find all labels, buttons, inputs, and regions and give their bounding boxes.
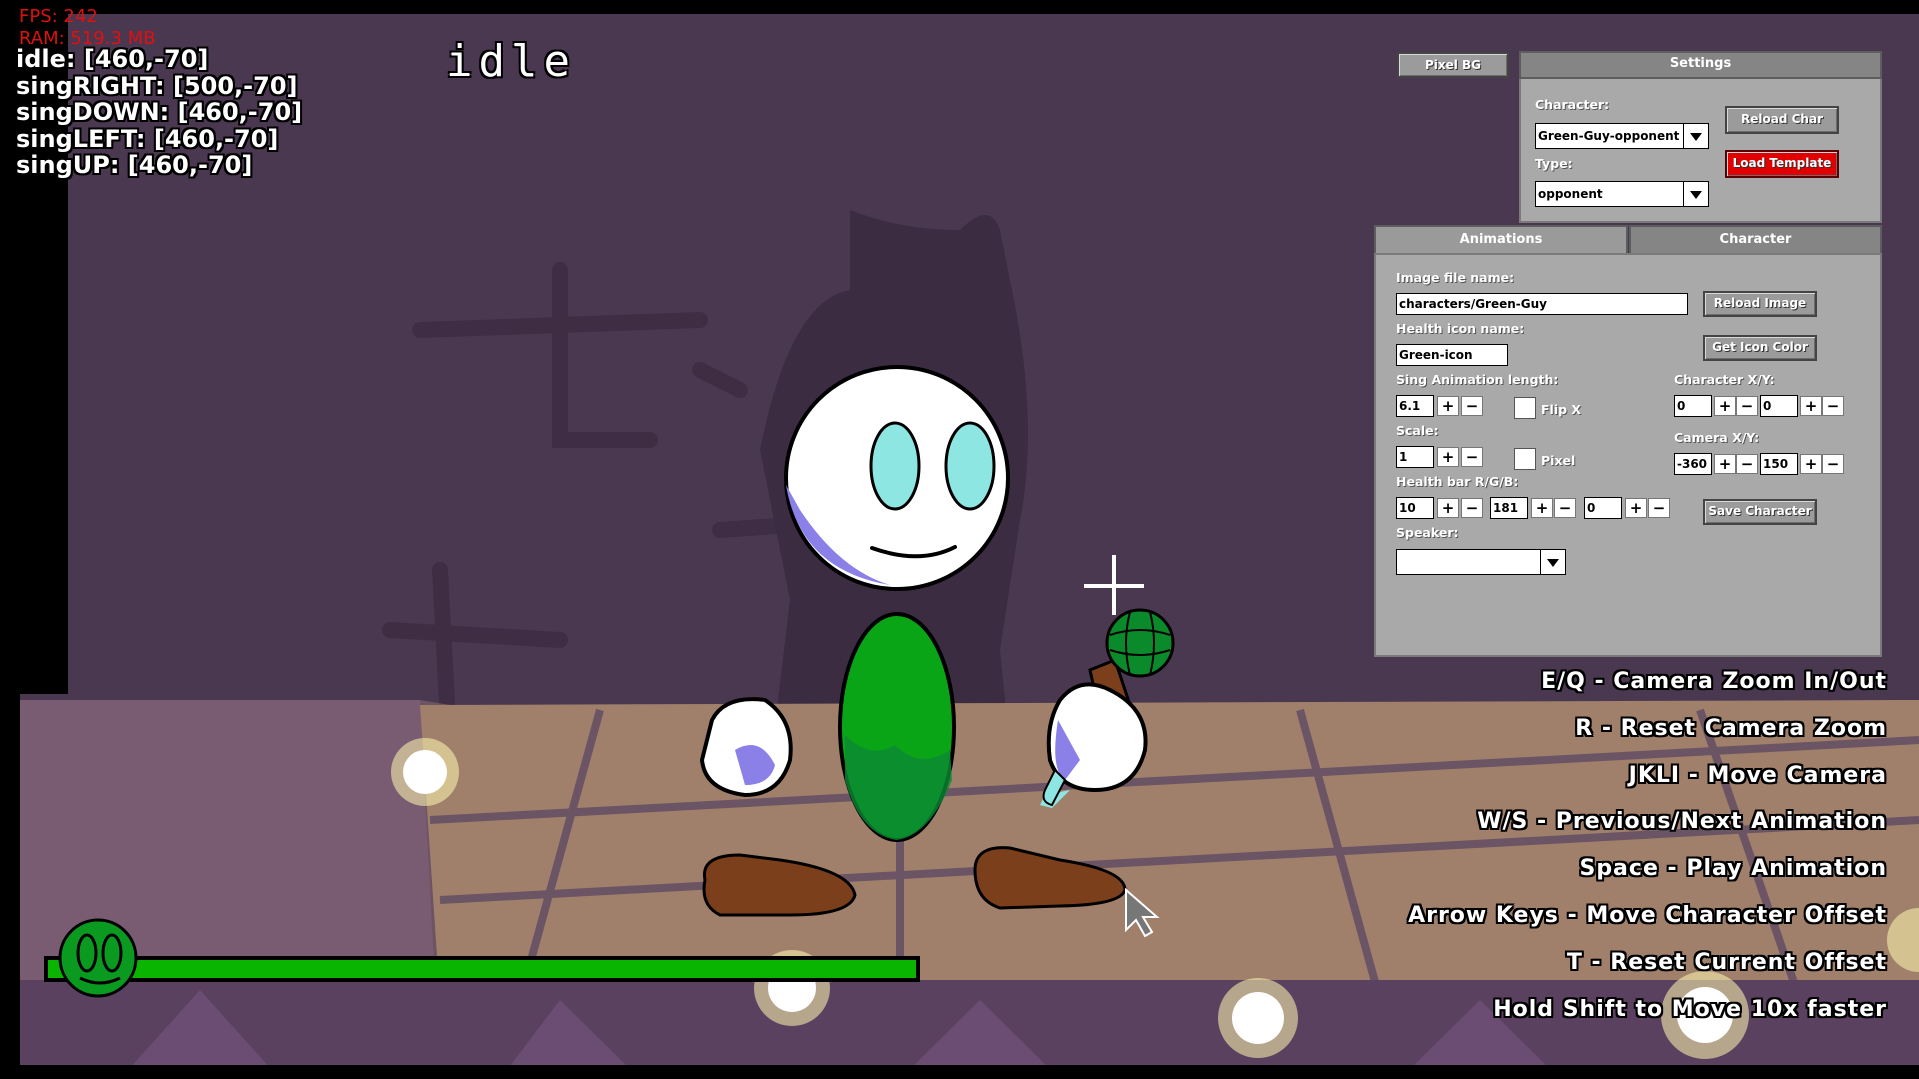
health-icon-label: Health icon name: bbox=[1396, 321, 1525, 336]
flip-x-checkbox[interactable] bbox=[1514, 397, 1536, 419]
controls-line: T - Reset Current Offset bbox=[1566, 949, 1887, 975]
character-xy-label: Character X/Y: bbox=[1674, 372, 1775, 387]
sing-length-input[interactable]: 6.1 bbox=[1396, 395, 1434, 417]
pixel-checkbox[interactable] bbox=[1514, 448, 1536, 470]
flip-x-label: Flip X bbox=[1541, 402, 1582, 417]
character-x-increment-button[interactable]: + bbox=[1714, 396, 1736, 416]
character-tab-panel: Image file name: characters/Green-Guy Re… bbox=[1374, 253, 1882, 657]
type-label: Type: bbox=[1535, 156, 1573, 171]
character-select[interactable]: Green-Guy-opponent bbox=[1535, 123, 1685, 149]
controls-line: JKLI - Move Camera bbox=[1628, 762, 1887, 788]
chevron-down-icon[interactable] bbox=[1683, 181, 1709, 207]
controls-line: Arrow Keys - Move Character Offset bbox=[1408, 902, 1887, 928]
sing-length-decrement-button[interactable]: − bbox=[1461, 396, 1483, 416]
chevron-down-icon[interactable] bbox=[1540, 549, 1566, 575]
health-g-input[interactable]: 181 bbox=[1490, 497, 1528, 519]
image-file-input[interactable]: characters/Green-Guy bbox=[1396, 293, 1688, 315]
controls-line: W/S - Previous/Next Animation bbox=[1477, 809, 1887, 835]
fps-counter: FPS: 242 bbox=[19, 6, 98, 27]
controls-line: Hold Shift to Move 10x faster bbox=[1493, 996, 1887, 1022]
health-r-input[interactable]: 10 bbox=[1396, 497, 1434, 519]
pixel-label: Pixel bbox=[1541, 453, 1576, 468]
animation-offsets-list: idle: [460,-70] singRIGHT: [500,-70] sin… bbox=[16, 46, 302, 179]
reload-char-button[interactable]: Reload Char bbox=[1725, 106, 1839, 134]
camera-x-decrement-button[interactable]: − bbox=[1736, 454, 1758, 474]
get-icon-color-button[interactable]: Get Icon Color bbox=[1703, 335, 1817, 361]
character-y-input[interactable]: 0 bbox=[1760, 395, 1798, 417]
camera-x-increment-button[interactable]: + bbox=[1714, 454, 1736, 474]
speaker-select[interactable] bbox=[1396, 549, 1542, 575]
camera-y-increment-button[interactable]: + bbox=[1800, 454, 1822, 474]
game-stage: FPS: 242 RAM: 519.3 MB idle: [460,-70] s… bbox=[0, 0, 1919, 1079]
character-label: Character: bbox=[1535, 97, 1610, 112]
camera-x-input[interactable]: -360 bbox=[1674, 453, 1712, 475]
character-y-decrement-button[interactable]: − bbox=[1822, 396, 1844, 416]
settings-panel: Settings Character: Green-Guy-opponent T… bbox=[1519, 51, 1882, 223]
offset-item: singDOWN: [460,-70] bbox=[16, 98, 303, 126]
settings-title: Settings bbox=[1519, 51, 1882, 79]
offset-item: singLEFT: [460,-70] bbox=[16, 124, 279, 153]
scale-decrement-button[interactable]: − bbox=[1461, 447, 1483, 467]
controls-line: E/Q - Camera Zoom In/Out bbox=[1541, 669, 1887, 694]
sing-length-label: Sing Animation length: bbox=[1396, 372, 1559, 387]
reload-image-button[interactable]: Reload Image bbox=[1703, 291, 1817, 317]
tab-character[interactable]: Character bbox=[1629, 225, 1882, 255]
save-character-button[interactable]: Save Character bbox=[1703, 499, 1817, 525]
health-bar bbox=[44, 956, 920, 982]
current-animation-label: idle bbox=[446, 36, 576, 87]
offset-item: singUP: [460,-70] bbox=[16, 151, 253, 179]
chevron-down-icon[interactable] bbox=[1683, 123, 1709, 149]
scale-input[interactable]: 1 bbox=[1396, 446, 1434, 468]
offset-item: singRIGHT: [500,-70] bbox=[16, 71, 298, 100]
camera-y-input[interactable]: 150 bbox=[1760, 453, 1798, 475]
health-b-decrement-button[interactable]: − bbox=[1648, 498, 1670, 518]
health-b-increment-button[interactable]: + bbox=[1625, 498, 1647, 518]
camera-xy-label: Camera X/Y: bbox=[1674, 430, 1760, 445]
health-r-decrement-button[interactable]: − bbox=[1461, 498, 1483, 518]
character-x-decrement-button[interactable]: − bbox=[1736, 396, 1758, 416]
character-y-increment-button[interactable]: + bbox=[1800, 396, 1822, 416]
pixel-bg-button[interactable]: Pixel BG bbox=[1397, 52, 1509, 78]
health-r-increment-button[interactable]: + bbox=[1437, 498, 1459, 518]
image-file-label: Image file name: bbox=[1396, 270, 1515, 285]
health-g-decrement-button[interactable]: − bbox=[1554, 498, 1576, 518]
type-select[interactable]: opponent bbox=[1535, 181, 1685, 207]
health-g-increment-button[interactable]: + bbox=[1531, 498, 1553, 518]
tab-animations[interactable]: Animations bbox=[1374, 225, 1628, 255]
offset-item: idle: [460,-70] bbox=[16, 45, 209, 73]
controls-line: Space - Play Animation bbox=[1579, 856, 1887, 882]
scale-label: Scale: bbox=[1396, 423, 1439, 438]
health-b-input[interactable]: 0 bbox=[1584, 497, 1622, 519]
health-rgb-label: Health bar R/G/B: bbox=[1396, 474, 1519, 489]
character-x-input[interactable]: 0 bbox=[1674, 395, 1712, 417]
green-guy-face-icon bbox=[58, 918, 138, 998]
health-icon-input[interactable]: Green-icon bbox=[1396, 344, 1508, 366]
speaker-label: Speaker: bbox=[1396, 525, 1459, 540]
camera-y-decrement-button[interactable]: − bbox=[1822, 454, 1844, 474]
sing-length-increment-button[interactable]: + bbox=[1437, 396, 1459, 416]
controls-line: R - Reset Camera Zoom bbox=[1575, 715, 1887, 741]
controls-help: E/Q - Camera Zoom In/Out R - Reset Camer… bbox=[1408, 667, 1887, 1041]
scale-increment-button[interactable]: + bbox=[1437, 447, 1459, 467]
load-template-button[interactable]: Load Template bbox=[1725, 150, 1839, 178]
